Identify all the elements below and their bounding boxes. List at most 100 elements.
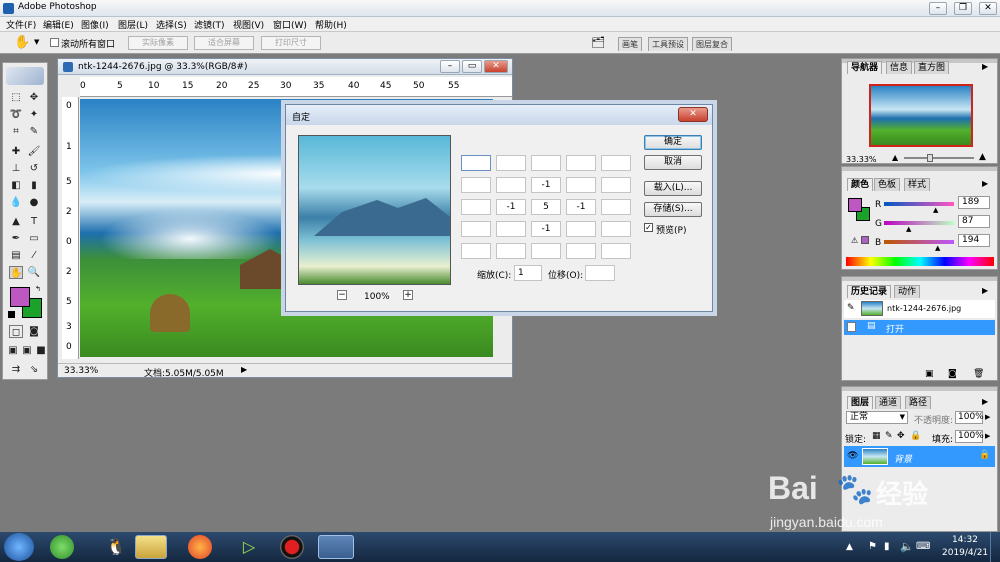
cancel-button[interactable]: 取消: [644, 155, 702, 170]
taskbar-360-browser-icon[interactable]: [50, 535, 74, 559]
tray-network-icon[interactable]: ▮: [884, 541, 890, 552]
matrix-cell-2-4[interactable]: [601, 199, 631, 215]
full-screen-mode-icon[interactable]: ■: [34, 344, 48, 357]
opacity-input[interactable]: 100%: [955, 411, 984, 424]
eraser-tool-icon[interactable]: ◧: [9, 179, 23, 192]
panel-menu-icon[interactable]: ▶: [982, 397, 988, 406]
scale-input[interactable]: 1: [514, 265, 542, 281]
menu-file[interactable]: 文件(F): [6, 18, 36, 31]
menu-window[interactable]: 窗口(W): [273, 18, 307, 31]
menu-image[interactable]: 图像(I): [81, 18, 109, 31]
well-tab-layer-comps[interactable]: 图层复合: [692, 37, 732, 51]
history-step-row[interactable]: ▤ 打开: [844, 320, 995, 335]
quick-mask-mode-icon[interactable]: ◙: [27, 325, 41, 338]
load-button[interactable]: 载入(L)...: [644, 181, 702, 196]
matrix-cell-4-1[interactable]: [496, 243, 526, 259]
tab-actions[interactable]: 动作: [894, 285, 921, 298]
lock-transparency-icon[interactable]: ▦: [872, 431, 881, 441]
file-browser-icon[interactable]: 🗂: [591, 36, 605, 49]
tool-preset-dropdown-icon[interactable]: ▼: [34, 38, 39, 46]
print-size-button[interactable]: 打印尺寸: [261, 36, 321, 50]
tab-history[interactable]: 历史记录: [847, 285, 892, 298]
menu-filter[interactable]: 滤镜(T): [194, 18, 225, 31]
menu-layer[interactable]: 图层(L): [118, 18, 148, 31]
dialog-close-button[interactable]: ✕: [678, 107, 708, 122]
tab-styles[interactable]: 样式: [904, 178, 931, 191]
matrix-cell-1-2[interactable]: -1: [531, 177, 561, 193]
lock-image-icon[interactable]: ✎: [885, 431, 893, 441]
matrix-cell-2-0[interactable]: [461, 199, 491, 215]
navigator-zoom-thumb[interactable]: [927, 154, 933, 162]
layer-visibility-eye-icon[interactable]: 👁: [847, 451, 858, 461]
blur-tool-icon[interactable]: 💧: [9, 196, 23, 209]
taskbar-firefox-icon[interactable]: [188, 535, 212, 559]
preview-checkbox[interactable]: ✓: [644, 223, 653, 232]
dodge-tool-icon[interactable]: ●: [27, 196, 41, 209]
matrix-cell-1-3[interactable]: [566, 177, 596, 193]
taskbar-qq-icon[interactable]: 🐧: [100, 535, 132, 559]
healing-brush-tool-icon[interactable]: ✚: [9, 145, 23, 158]
shape-tool-icon[interactable]: ▭: [27, 232, 41, 245]
layer-row-background[interactable]: 👁 背景 🔒: [844, 446, 995, 467]
navigator-zoom-in-icon[interactable]: ▲: [979, 152, 986, 162]
ok-button[interactable]: 确定: [644, 135, 702, 150]
type-tool-icon[interactable]: T: [27, 215, 41, 228]
taskbar-file-explorer-icon[interactable]: [135, 535, 167, 559]
lock-position-icon[interactable]: ✥: [897, 431, 905, 441]
history-brush-source-icon[interactable]: ✎: [847, 303, 855, 313]
fit-screen-button[interactable]: 适合屏幕: [194, 36, 254, 50]
matrix-cell-1-4[interactable]: [601, 177, 631, 193]
brush-tool-icon[interactable]: 🖌: [27, 145, 41, 158]
matrix-cell-4-3[interactable]: [566, 243, 596, 259]
save-button[interactable]: 存储(S)...: [644, 202, 702, 217]
tab-info[interactable]: 信息: [886, 61, 913, 74]
new-document-from-state-icon[interactable]: ▣: [925, 369, 934, 379]
notes-tool-icon[interactable]: ▤: [9, 249, 23, 262]
history-step-source-box[interactable]: [847, 322, 856, 332]
new-snapshot-icon[interactable]: ◙: [948, 369, 957, 379]
tab-histogram[interactable]: 直方图: [914, 61, 950, 74]
matrix-cell-0-1[interactable]: [496, 155, 526, 171]
b-slider-thumb-icon[interactable]: ▲: [935, 244, 940, 252]
matrix-cell-3-3[interactable]: [566, 221, 596, 237]
magic-wand-tool-icon[interactable]: ✦: [27, 108, 41, 121]
matrix-cell-1-1[interactable]: [496, 177, 526, 193]
gamut-color-swatch[interactable]: [861, 236, 869, 244]
gradient-tool-icon[interactable]: ▮: [27, 179, 41, 192]
navigator-zoom-out-icon[interactable]: ▲: [892, 153, 898, 162]
panel-menu-icon[interactable]: ▶: [982, 179, 988, 188]
clone-stamp-tool-icon[interactable]: ⊥: [9, 162, 23, 175]
matrix-cell-4-0[interactable]: [461, 243, 491, 259]
matrix-cell-3-1[interactable]: [496, 221, 526, 237]
b-slider[interactable]: [884, 240, 954, 244]
crop-tool-icon[interactable]: ⌗: [9, 125, 23, 138]
doc-maximize-button[interactable]: ▭: [462, 60, 482, 73]
menu-view[interactable]: 视图(V): [233, 18, 264, 31]
well-tab-brushes[interactable]: 画笔: [618, 37, 642, 51]
matrix-cell-4-4[interactable]: [601, 243, 631, 259]
navigator-thumbnail[interactable]: [869, 84, 973, 147]
tab-swatches[interactable]: 色板: [874, 178, 901, 191]
matrix-cell-2-1[interactable]: -1: [496, 199, 526, 215]
doc-minimize-button[interactable]: –: [440, 60, 460, 73]
clock-date[interactable]: 2019/4/21: [942, 548, 988, 558]
matrix-cell-3-4[interactable]: [601, 221, 631, 237]
gamut-warning-icon[interactable]: ⚠: [851, 236, 858, 245]
zoom-tool-icon[interactable]: 🔍: [27, 266, 41, 279]
tab-paths[interactable]: 路径: [905, 396, 932, 409]
history-brush-tool-icon[interactable]: ↺: [27, 162, 41, 175]
b-value-input[interactable]: 194: [958, 234, 990, 247]
offset-input[interactable]: [585, 265, 615, 281]
foreground-color-swatch[interactable]: [10, 287, 30, 307]
delete-state-icon[interactable]: 🗑: [973, 369, 984, 379]
matrix-cell-0-3[interactable]: [566, 155, 596, 171]
tray-volume-icon[interactable]: 🔈: [900, 540, 914, 553]
zoom-level[interactable]: 33.33%: [64, 366, 98, 376]
matrix-cell-4-2[interactable]: [531, 243, 561, 259]
clock-time[interactable]: 14:32: [952, 535, 978, 545]
jump-to-imageready-icon[interactable]: ⇘: [27, 363, 41, 376]
taskbar-recorder-icon[interactable]: [280, 535, 304, 559]
minimize-button[interactable]: –: [929, 2, 947, 15]
standard-mode-icon[interactable]: ◻: [9, 325, 23, 338]
tab-layers[interactable]: 图层: [847, 396, 874, 409]
